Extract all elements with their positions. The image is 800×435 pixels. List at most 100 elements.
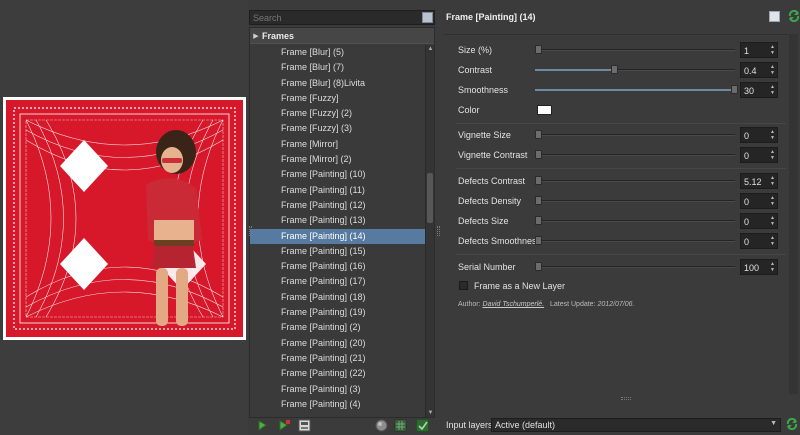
- contrast-spinbox[interactable]: 0.4 ▲ ▼: [740, 62, 778, 78]
- contrast-slider[interactable]: [535, 65, 735, 74]
- slider-handle[interactable]: [535, 236, 542, 245]
- spin-arrows-icon[interactable]: ▲ ▼: [769, 235, 776, 247]
- filter-item[interactable]: Frame [Painting] (20): [250, 336, 426, 351]
- filter-item[interactable]: Frame [Painting] (16): [250, 259, 426, 274]
- new-layer-checkbox[interactable]: [459, 281, 468, 290]
- filter-item[interactable]: Frame [Painting] (11): [250, 183, 426, 198]
- filter-item[interactable]: Frame [Painting] (3): [250, 382, 426, 397]
- scroll-down-icon[interactable]: ▼: [427, 410, 434, 417]
- param-size-label: Size (%): [458, 45, 493, 55]
- scroll-up-icon[interactable]: ▲: [427, 46, 434, 53]
- filter-item[interactable]: Frame [Painting] (10): [250, 167, 426, 182]
- filter-item[interactable]: Frame [Blur] (8)Livita: [250, 76, 426, 91]
- slider-fill: [535, 69, 615, 71]
- spin-arrows-icon[interactable]: ▲ ▼: [769, 129, 776, 141]
- filter-item[interactable]: Frame [Painting] (21): [250, 351, 426, 366]
- size-slider[interactable]: [535, 45, 735, 54]
- defects-smoothness-spinbox[interactable]: 0 ▲ ▼: [740, 233, 778, 249]
- spin-arrows-icon[interactable]: ▲ ▼: [769, 261, 776, 273]
- serial-number-slider[interactable]: [535, 262, 735, 271]
- apply-icon[interactable]: [416, 419, 429, 432]
- param-vignette-size-label: Vignette Size: [458, 130, 511, 140]
- slider-handle[interactable]: [535, 216, 542, 225]
- filter-item[interactable]: Frame [Painting] (15): [250, 244, 426, 259]
- chevron-down-icon[interactable]: ▼: [770, 420, 777, 427]
- slider-handle[interactable]: [535, 262, 542, 271]
- copy-icon[interactable]: [769, 11, 780, 22]
- spin-arrows-icon[interactable]: ▲ ▼: [769, 64, 776, 76]
- spin-arrows-icon[interactable]: ▲ ▼: [769, 215, 776, 227]
- filter-item[interactable]: Frame [Painting] (17): [250, 274, 426, 289]
- slider-handle[interactable]: [535, 176, 542, 185]
- scrollbar-thumb[interactable]: [427, 173, 433, 223]
- defects-size-slider[interactable]: [535, 216, 735, 225]
- preview-image[interactable]: [6, 100, 243, 337]
- vignette-contrast-value: 0: [744, 151, 750, 161]
- defects-density-value: 0: [744, 197, 750, 207]
- filter-item[interactable]: Frame [Painting] (19): [250, 305, 426, 320]
- defects-density-slider[interactable]: [535, 196, 735, 205]
- category-frames[interactable]: ▶ Frames: [250, 28, 434, 44]
- param-defects-density-label: Defects Density: [458, 196, 522, 206]
- filter-item[interactable]: Frame [Mirror] (2): [250, 152, 426, 167]
- filter-item[interactable]: Frame [Painting] (12): [250, 198, 426, 213]
- spin-arrows-icon[interactable]: ▲ ▼: [769, 84, 776, 96]
- filter-item[interactable]: Frame [Painting] (2): [250, 320, 426, 335]
- internet-update-icon[interactable]: [375, 419, 388, 432]
- expand-triangle-icon[interactable]: ▶: [250, 32, 262, 40]
- filter-item[interactable]: Frame [Fuzzy] (2): [250, 106, 426, 121]
- vignette-contrast-slider[interactable]: [535, 150, 735, 159]
- slider-handle[interactable]: [611, 65, 618, 74]
- vignette-contrast-spinbox[interactable]: 0 ▲ ▼: [740, 147, 778, 163]
- slider-handle[interactable]: [535, 130, 542, 139]
- defects-smoothness-slider[interactable]: [535, 236, 735, 245]
- defects-density-spinbox[interactable]: 0 ▲ ▼: [740, 193, 778, 209]
- smoothness-spinbox[interactable]: 30 ▲ ▼: [740, 82, 778, 98]
- left-splitter-grip[interactable]: [249, 226, 252, 236]
- right-splitter-grip[interactable]: [437, 226, 440, 236]
- bottom-splitter-grip[interactable]: [621, 397, 631, 400]
- filter-item[interactable]: Frame [Fuzzy]: [250, 91, 426, 106]
- parameters-scrollbar[interactable]: [789, 34, 798, 394]
- filter-item[interactable]: Frame [Fuzzy] (3): [250, 121, 426, 136]
- vignette-size-slider[interactable]: [535, 130, 735, 139]
- spin-arrows-icon[interactable]: ▲ ▼: [769, 149, 776, 161]
- filter-items: Frame [Blur] (5) Frame [Blur] (7) Frame [B…: [250, 45, 426, 412]
- vignette-size-spinbox[interactable]: 0 ▲ ▼: [740, 127, 778, 143]
- filter-item[interactable]: Frame [Painting] (14): [250, 228, 426, 244]
- remove-fave-icon[interactable]: [278, 419, 291, 432]
- spin-arrows-icon[interactable]: ▲ ▼: [769, 44, 776, 56]
- filter-item[interactable]: Frame [Mirror]: [250, 137, 426, 152]
- color-swatch[interactable]: [537, 105, 552, 115]
- size-spinbox[interactable]: 1 ▲ ▼: [740, 42, 778, 58]
- spin-arrows-icon[interactable]: ▲ ▼: [769, 195, 776, 207]
- serial-number-spinbox[interactable]: 100 ▲ ▼: [740, 259, 778, 275]
- add-fave-icon[interactable]: [257, 419, 270, 432]
- grid-view-icon[interactable]: [394, 419, 407, 432]
- filter-list-scrollbar[interactable]: ▲ ▼: [425, 45, 434, 417]
- refresh-icon[interactable]: [788, 9, 800, 23]
- slider-handle[interactable]: [535, 150, 542, 159]
- search-icon[interactable]: [422, 12, 433, 23]
- refresh-icon[interactable]: [786, 417, 798, 431]
- settings-icon[interactable]: [298, 419, 311, 432]
- defects-contrast-spinbox[interactable]: 5.12 ▲ ▼: [740, 173, 778, 189]
- filter-item[interactable]: Frame [Painting] (18): [250, 290, 426, 305]
- input-layers-row: Input layers Active (default) ▼: [443, 417, 800, 432]
- filter-item[interactable]: Frame [Painting] (4): [250, 397, 426, 412]
- slider-handle[interactable]: [535, 196, 542, 205]
- author-link[interactable]: David Tschumperlé.: [483, 301, 545, 308]
- input-layers-select[interactable]: Active (default) ▼: [491, 418, 781, 432]
- search-input[interactable]: [250, 11, 420, 24]
- defects-contrast-slider[interactable]: [535, 176, 735, 185]
- new-layer-label[interactable]: Frame as a New Layer: [474, 281, 565, 291]
- filter-item[interactable]: Frame [Blur] (5): [250, 45, 426, 60]
- slider-handle[interactable]: [731, 85, 738, 94]
- smoothness-slider[interactable]: [535, 85, 738, 94]
- slider-handle[interactable]: [535, 45, 542, 54]
- filter-item[interactable]: Frame [Painting] (13): [250, 213, 426, 228]
- defects-size-spinbox[interactable]: 0 ▲ ▼: [740, 213, 778, 229]
- filter-item[interactable]: Frame [Blur] (7): [250, 60, 426, 75]
- spin-arrows-icon[interactable]: ▲ ▼: [769, 175, 776, 187]
- filter-item[interactable]: Frame [Painting] (22): [250, 366, 426, 381]
